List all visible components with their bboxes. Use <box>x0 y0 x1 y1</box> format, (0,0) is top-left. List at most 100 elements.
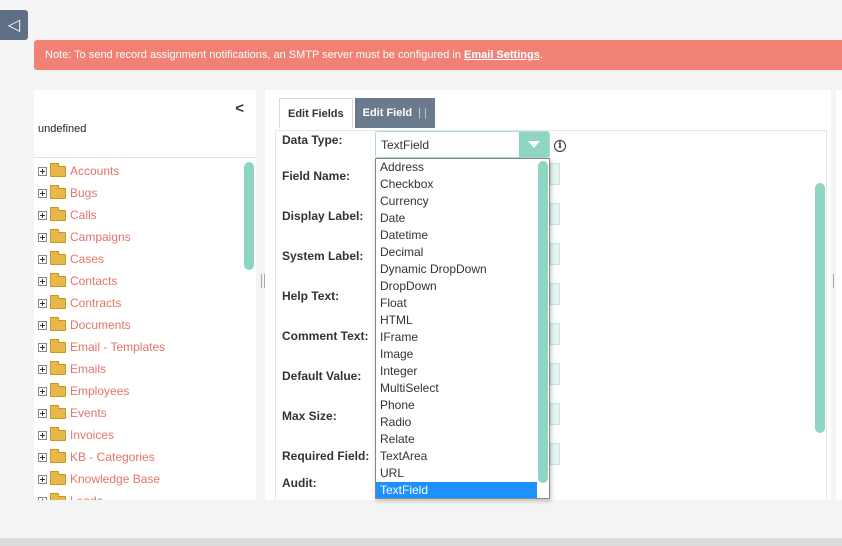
dropdown-scrollbar[interactable] <box>537 159 549 498</box>
form-scrollbar[interactable] <box>814 131 826 501</box>
tree-item-calls[interactable]: Calls <box>38 206 97 223</box>
tree-item-label[interactable]: Employees <box>70 384 129 398</box>
module-tree-panel: < undefined Accounts Bugs Calls Campaigns Ca… <box>34 90 256 500</box>
tree-item-events[interactable]: Events <box>38 404 107 421</box>
tree-item-bugs[interactable]: Bugs <box>38 184 97 201</box>
expand-plus-icon[interactable] <box>38 364 47 374</box>
help-text-input[interactable] <box>550 283 560 305</box>
dropdown-option-dropdown[interactable]: DropDown <box>376 278 538 295</box>
dropdown-option-url[interactable]: URL <box>376 465 538 482</box>
tree-item-label[interactable]: Calls <box>70 208 97 222</box>
tree-item-label[interactable]: Contracts <box>70 296 121 310</box>
data-type-select[interactable]: TextField <box>375 131 550 158</box>
dropdown-option-multiselect[interactable]: MultiSelect <box>376 380 538 397</box>
expand-plus-icon[interactable] <box>38 474 47 484</box>
tab-edit-fields[interactable]: Edit Fields <box>279 98 353 128</box>
dropdown-option-textfield[interactable]: TextField <box>376 482 538 498</box>
expand-plus-icon[interactable] <box>38 320 47 330</box>
dropdown-option-datetime[interactable]: Datetime <box>376 227 538 244</box>
dropdown-option-address[interactable]: Address <box>376 159 538 176</box>
back-button[interactable]: ◁ <box>0 10 28 40</box>
system-label-label: System Label: <box>282 249 364 263</box>
tree-item-label[interactable]: Documents <box>70 318 131 332</box>
collapse-chevron-icon[interactable]: < <box>235 100 244 117</box>
tree-item-documents[interactable]: Documents <box>38 316 131 333</box>
tree-item-leads[interactable]: Leads <box>38 492 103 500</box>
expand-plus-icon[interactable] <box>38 496 47 500</box>
dropdown-option-decimal[interactable]: Decimal <box>376 244 538 261</box>
module-tree-scroll-thumb[interactable] <box>244 162 254 270</box>
form-scroll-thumb[interactable] <box>815 183 825 433</box>
tree-item-label[interactable]: Email - Templates <box>70 340 165 354</box>
dropdown-option-image[interactable]: Image <box>376 346 538 363</box>
field-name-input[interactable] <box>550 163 560 185</box>
required-field-checkbox[interactable] <box>550 443 560 465</box>
tree-item-label[interactable]: KB - Categories <box>70 450 155 464</box>
expand-plus-icon[interactable] <box>38 210 47 220</box>
expand-plus-icon[interactable] <box>38 298 47 308</box>
expand-plus-icon[interactable] <box>38 232 47 242</box>
tree-item-contacts[interactable]: Contacts <box>38 272 117 289</box>
dropdown-option-textarea[interactable]: TextArea <box>376 448 538 465</box>
tab-edit-field[interactable]: Edit Field | | <box>354 98 435 128</box>
expand-plus-icon[interactable] <box>38 430 47 440</box>
tree-item-label[interactable]: Leads <box>70 494 103 500</box>
dropdown-option-integer[interactable]: Integer <box>376 363 538 380</box>
tree-item-employees[interactable]: Employees <box>38 382 129 399</box>
dropdown-option-phone[interactable]: Phone <box>376 397 538 414</box>
module-tree-scrollbar[interactable] <box>243 160 255 500</box>
folder-icon <box>50 470 66 485</box>
help-text-label: Help Text: <box>282 289 340 303</box>
email-settings-link[interactable]: Email Settings <box>464 49 540 61</box>
tree-item-cases[interactable]: Cases <box>38 250 104 267</box>
expand-plus-icon[interactable] <box>38 342 47 352</box>
select-arrow-button[interactable] <box>519 132 549 157</box>
folder-icon <box>50 338 66 353</box>
folder-icon <box>50 206 66 221</box>
expand-plus-icon[interactable] <box>38 188 47 198</box>
info-icon[interactable]: i <box>554 140 566 152</box>
comment-text-input[interactable] <box>550 323 560 345</box>
tree-item-knowledge-base[interactable]: Knowledge Base <box>38 470 160 487</box>
dropdown-option-date[interactable]: Date <box>376 210 538 227</box>
max-size-input[interactable] <box>550 403 560 425</box>
tree-item-invoices[interactable]: Invoices <box>38 426 114 443</box>
dropdown-option-radio[interactable]: Radio <box>376 414 538 431</box>
tree-item-emails[interactable]: Emails <box>38 360 106 377</box>
dropdown-option-dynamic-dropdown[interactable]: Dynamic DropDown <box>376 261 538 278</box>
tree-item-contracts[interactable]: Contracts <box>38 294 121 311</box>
expand-plus-icon[interactable] <box>38 254 47 264</box>
folder-icon <box>50 360 66 375</box>
system-label-input[interactable] <box>550 243 560 265</box>
tree-item-label[interactable]: Bugs <box>70 186 97 200</box>
dropdown-scroll-thumb[interactable] <box>538 161 548 483</box>
tree-item-label[interactable]: Contacts <box>70 274 117 288</box>
tree-item-label[interactable]: Invoices <box>70 428 114 442</box>
display-label-input[interactable] <box>550 203 560 225</box>
tab-edit-fields-label: Edit Fields <box>288 107 344 120</box>
dropdown-option-relate[interactable]: Relate <box>376 431 538 448</box>
tree-item-kb-categories[interactable]: KB - Categories <box>38 448 155 465</box>
tree-item-label[interactable]: Knowledge Base <box>70 472 160 486</box>
tree-item-label[interactable]: Emails <box>70 362 106 376</box>
tree-item-label[interactable]: Accounts <box>70 164 119 178</box>
default-value-input[interactable] <box>550 363 560 385</box>
tree-item-accounts[interactable]: Accounts <box>38 162 119 179</box>
smtp-notice: Note: To send record assignment notifica… <box>34 40 842 70</box>
dropdown-option-checkbox[interactable]: Checkbox <box>376 176 538 193</box>
dropdown-option-iframe[interactable]: IFrame <box>376 329 538 346</box>
tree-item-label[interactable]: Cases <box>70 252 104 266</box>
expand-plus-icon[interactable] <box>38 166 47 176</box>
tree-item-campaigns[interactable]: Campaigns <box>38 228 131 245</box>
expand-plus-icon[interactable] <box>38 408 47 418</box>
expand-plus-icon[interactable] <box>38 386 47 396</box>
expand-plus-icon[interactable] <box>38 276 47 286</box>
tree-item-email-templates[interactable]: Email - Templates <box>38 338 165 355</box>
dropdown-option-html[interactable]: HTML <box>376 312 538 329</box>
tab-separator: | | <box>418 107 427 119</box>
expand-plus-icon[interactable] <box>38 452 47 462</box>
tree-item-label[interactable]: Campaigns <box>70 230 131 244</box>
tree-item-label[interactable]: Events <box>70 406 107 420</box>
dropdown-option-float[interactable]: Float <box>376 295 538 312</box>
dropdown-option-currency[interactable]: Currency <box>376 193 538 210</box>
